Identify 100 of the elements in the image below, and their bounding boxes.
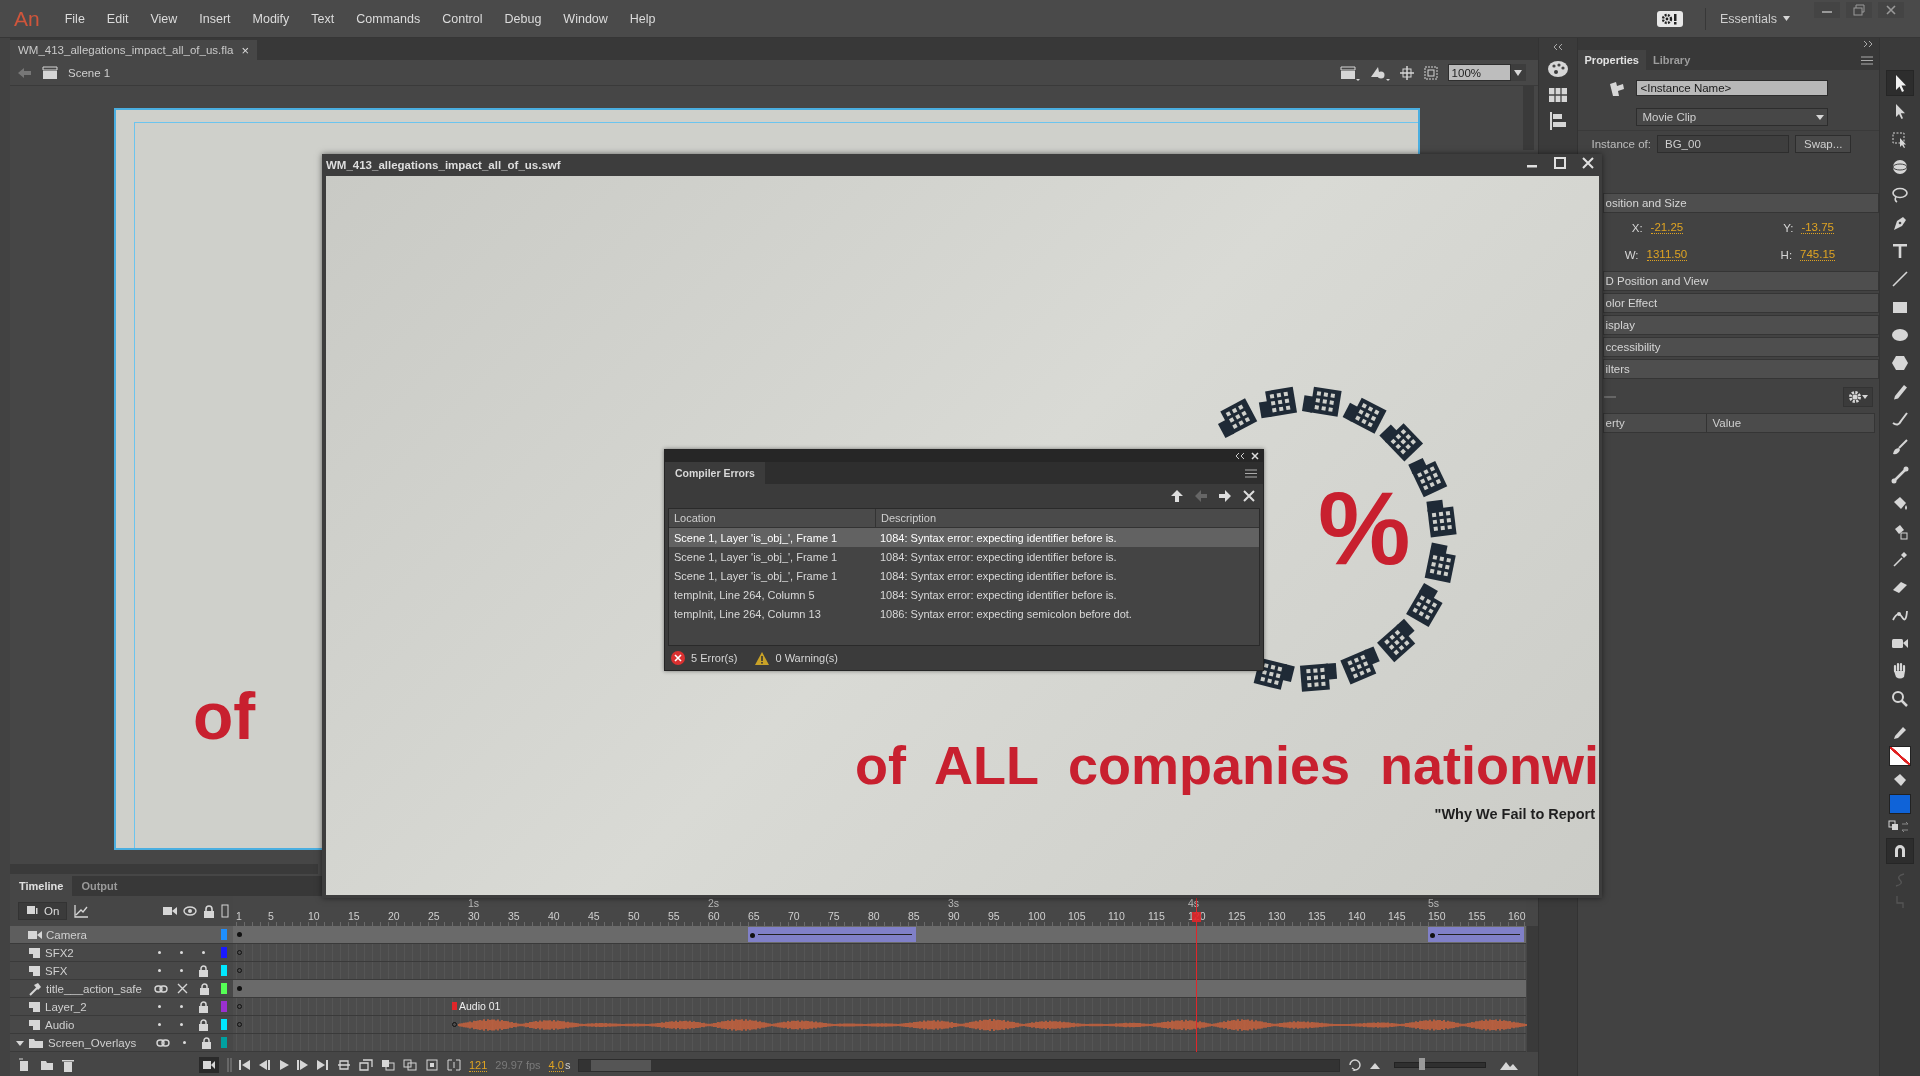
close-icon[interactable] <box>1242 489 1256 503</box>
symbol-type-dropdown[interactable]: Movie Clip <box>1635 108 1828 126</box>
column-header[interactable]: Location <box>669 509 876 527</box>
clip-frame-icon[interactable] <box>1423 65 1438 80</box>
dot-icon[interactable] <box>180 1005 184 1008</box>
layer-name[interactable]: title___action_safe <box>46 982 150 995</box>
motion-tween[interactable] <box>748 927 916 942</box>
snap-button[interactable] <box>1886 838 1915 864</box>
menu-item[interactable]: Help <box>618 11 667 26</box>
outline-square-icon[interactable] <box>221 904 229 918</box>
layer-color-swatch[interactable] <box>221 929 227 940</box>
layer-name[interactable]: SFX2 <box>45 946 149 959</box>
menu-item[interactable]: Insert <box>188 11 242 26</box>
menu-item[interactable]: Commands <box>345 11 432 26</box>
first-frame-icon[interactable] <box>239 1060 251 1070</box>
layer-color-swatch[interactable] <box>221 947 227 958</box>
scrollbar[interactable] <box>1526 926 1538 1052</box>
right-arrow-icon[interactable] <box>1218 489 1232 503</box>
slider-thumb[interactable] <box>1419 1058 1426 1070</box>
folder-icon[interactable] <box>40 1059 54 1071</box>
minimize-icon[interactable] <box>1814 2 1840 18</box>
lock-icon[interactable] <box>198 964 210 977</box>
motion-tween[interactable] <box>1428 927 1524 942</box>
error-row[interactable]: Scene 1, Layer 'is_obj_', Frame 1 1084: Syntax error: expecting identifier before is. <box>669 566 1259 585</box>
section-header[interactable]: osition and Size <box>1602 193 1880 213</box>
collapse-arrows-icon[interactable] <box>1235 453 1245 459</box>
scrollbar[interactable] <box>578 1058 1341 1072</box>
section-header[interactable]: ccessibility <box>1602 337 1880 357</box>
panel-tab[interactable]: Library <box>1645 50 1698 70</box>
swap-button[interactable]: Swap... <box>1795 135 1852 153</box>
menu-item[interactable]: Modify <box>241 11 301 26</box>
frame-track[interactable]: Audio 01 <box>233 998 1526 1016</box>
menu-item[interactable]: View <box>139 11 189 26</box>
close-icon[interactable] <box>1251 452 1259 460</box>
panel-menu-icon[interactable] <box>1861 55 1874 65</box>
error-row[interactable]: Scene 1, Layer 'is_obj_', Frame 1 1084: Syntax error: expecting identifier before is. <box>669 528 1259 547</box>
expand-arrows-icon[interactable] <box>1863 41 1874 47</box>
menu-item[interactable]: Text <box>300 11 346 26</box>
layer-row[interactable]: Audio <box>10 1016 233 1034</box>
loop-icon[interactable] <box>337 1059 351 1071</box>
layer-color-swatch[interactable] <box>221 1001 227 1012</box>
section-header[interactable]: ilters <box>1602 359 1880 379</box>
eye-icon[interactable] <box>183 905 197 917</box>
section-header[interactable]: isplay <box>1602 315 1880 335</box>
error-row[interactable]: tempInit, Line 264, Column 13 1086: Syntax error: expecting semicolon before dot. <box>669 604 1259 623</box>
video-camera-icon[interactable] <box>163 905 177 917</box>
palette-icon[interactable] <box>1546 60 1569 78</box>
trash-icon[interactable] <box>62 1058 74 1072</box>
onion-skin-button[interactable]: On <box>18 902 68 920</box>
layer-name[interactable]: Audio <box>45 1018 149 1031</box>
dot-icon[interactable] <box>180 951 184 954</box>
zoom-field[interactable]: 100% <box>1447 64 1511 81</box>
chain-link-icon[interactable] <box>156 1037 170 1048</box>
scrubby-value[interactable]: 1311.50 <box>1646 248 1688 261</box>
caret-icon[interactable] <box>16 1038 24 1047</box>
layer-row[interactable]: Layer_2 <box>10 998 233 1016</box>
workspace-switcher[interactable]: Essentials <box>1720 11 1790 26</box>
lock-icon[interactable] <box>198 1018 210 1031</box>
column-header[interactable]: erty <box>1603 414 1707 432</box>
dot-icon[interactable] <box>158 969 162 972</box>
dot-icon[interactable] <box>158 1005 162 1008</box>
layer-name[interactable]: SFX <box>45 964 149 977</box>
scrubby-value[interactable]: 745.15 <box>1800 248 1836 261</box>
align-icon[interactable] <box>1549 112 1566 130</box>
lock-icon[interactable] <box>201 1036 213 1049</box>
layer-row[interactable]: Screen_Overlays <box>10 1034 233 1052</box>
onion-markers-icon[interactable] <box>425 1059 439 1071</box>
gear-alert-icon[interactable] <box>1657 10 1683 27</box>
gear-button[interactable] <box>1843 387 1874 407</box>
panel-tab[interactable]: Compiler Errors <box>665 462 765 484</box>
fill-color-swatch[interactable] <box>1889 794 1912 814</box>
instance-name-field[interactable]: <Instance Name> <box>1635 80 1828 96</box>
layer-name[interactable]: Camera <box>46 928 150 941</box>
layer-row[interactable]: SFX <box>10 962 233 980</box>
stacked-frames-icon[interactable] <box>381 1059 395 1071</box>
up-arrow-icon[interactable] <box>1170 489 1184 503</box>
swatches-grid-icon[interactable] <box>1548 88 1567 102</box>
video-camera-icon[interactable] <box>199 1057 219 1073</box>
dot-icon[interactable] <box>180 1023 184 1026</box>
collapse-arrows-icon[interactable] <box>1552 44 1563 50</box>
elapsed-time[interactable]: 4.0 <box>548 1058 564 1072</box>
error-row[interactable]: tempInit, Line 264, Column 5 1084: Syntax error: expecting identifier before is. <box>669 585 1259 604</box>
chain-link-icon[interactable] <box>154 983 168 994</box>
onion-skin-icon[interactable] <box>359 1059 373 1071</box>
panel-menu-icon[interactable] <box>1245 468 1257 478</box>
panel-tab[interactable]: Output <box>72 876 127 896</box>
stroke-color-swatch[interactable] <box>1889 746 1912 766</box>
cross-icon[interactable] <box>177 983 189 994</box>
last-frame-icon[interactable] <box>317 1060 329 1070</box>
layer-color-swatch[interactable] <box>221 1019 227 1030</box>
restore-icon[interactable] <box>1846 2 1872 18</box>
dot-icon[interactable] <box>180 969 184 972</box>
graph-icon[interactable] <box>73 904 90 918</box>
dot-icon[interactable] <box>183 1041 187 1044</box>
dot-icon[interactable] <box>158 951 162 954</box>
frame-range-icon[interactable] <box>447 1059 461 1071</box>
lock-icon[interactable] <box>199 982 211 995</box>
crosshair-icon[interactable] <box>1399 65 1414 80</box>
menu-item[interactable]: Debug <box>493 11 553 26</box>
play-icon[interactable] <box>279 1060 289 1070</box>
